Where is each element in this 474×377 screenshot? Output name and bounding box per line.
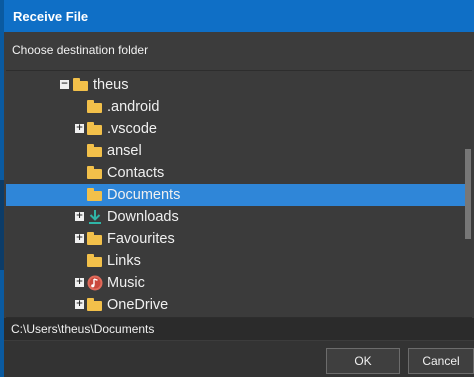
folder-icon — [87, 298, 102, 311]
tree-item-onedrive[interactable]: + OneDrive — [6, 294, 465, 316]
selected-path-text: C:\Users\theus\Documents — [11, 322, 155, 336]
tree-item-links[interactable]: Links — [6, 250, 465, 272]
tree-item-label: OneDrive — [107, 297, 169, 313]
collapse-icon[interactable]: − — [60, 80, 69, 89]
tree-item-downloads[interactable]: + Downloads — [6, 206, 465, 228]
tree-item-ansel[interactable]: ansel — [6, 140, 465, 162]
expand-icon[interactable]: + — [75, 234, 84, 243]
tree-item-label: Contacts — [107, 165, 165, 181]
tree-item-label: Music — [107, 275, 145, 291]
tree-item-music[interactable]: + Music — [6, 272, 465, 294]
vertical-scrollbar[interactable] — [465, 71, 472, 317]
tree-item-vscode[interactable]: + .vscode — [6, 118, 465, 140]
tree-item-label: Documents — [107, 187, 181, 203]
title-bar[interactable]: Receive File — [4, 0, 474, 32]
folder-icon — [87, 232, 102, 245]
expand-icon[interactable]: + — [75, 278, 84, 287]
destination-prompt: Choose destination folder — [12, 43, 149, 57]
expand-icon[interactable]: + — [75, 124, 84, 133]
tree-item-label: Favourites — [107, 231, 175, 247]
folder-icon — [73, 78, 88, 91]
dialog-footer: OK Cancel — [4, 341, 474, 377]
music-icon — [87, 275, 103, 291]
folder-tree[interactable]: − theus .android + .vscode ansel Contact… — [6, 70, 472, 318]
folder-icon — [87, 166, 102, 179]
tree-item-android[interactable]: .android — [6, 96, 465, 118]
cancel-button-label: Cancel — [422, 354, 460, 368]
ok-button-label: OK — [354, 354, 372, 368]
selected-path-field: C:\Users\theus\Documents — [4, 318, 474, 340]
folder-icon — [87, 144, 102, 157]
folder-icon — [87, 188, 102, 201]
folder-icon — [87, 254, 102, 267]
tree-item-favourites[interactable]: + Favourites — [6, 228, 465, 250]
folder-icon — [87, 100, 102, 113]
tree-item-contacts[interactable]: Contacts — [6, 162, 465, 184]
tree-item-theus[interactable]: − theus — [6, 74, 465, 96]
tree-item-label: theus — [93, 77, 129, 93]
download-arrow-icon — [87, 209, 103, 225]
tree-item-label: ansel — [107, 143, 142, 159]
receive-file-dialog: Receive File Choose destination folder −… — [4, 0, 474, 377]
expand-icon[interactable]: + — [75, 212, 84, 221]
expand-icon[interactable]: + — [75, 300, 84, 309]
cancel-button[interactable]: Cancel — [408, 348, 474, 374]
scrollbar-thumb[interactable] — [465, 149, 471, 239]
ok-button[interactable]: OK — [326, 348, 400, 374]
dialog-title: Receive File — [13, 8, 89, 24]
tree-item-label: Links — [107, 253, 141, 269]
tree-item-documents[interactable]: Documents — [6, 184, 465, 206]
folder-icon — [87, 122, 102, 135]
tree-item-label: Downloads — [107, 209, 179, 225]
tree-item-label: .android — [107, 99, 160, 115]
tree-item-label: .vscode — [107, 121, 157, 137]
